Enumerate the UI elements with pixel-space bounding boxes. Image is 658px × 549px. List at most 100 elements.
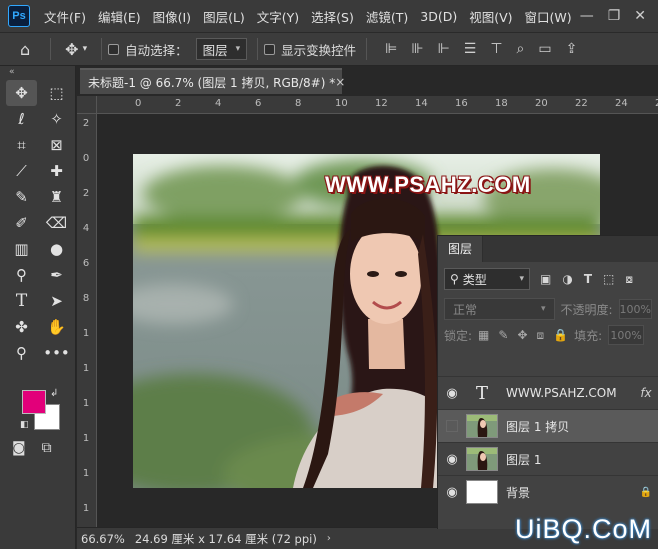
tab-layers[interactable]: 图层	[438, 236, 484, 262]
lock-transparent-icon[interactable]: ▦	[478, 328, 489, 343]
layer-row-copy[interactable]: 图层 1 拷贝	[438, 409, 658, 442]
lock-artboard-icon[interactable]: ⧈	[537, 328, 545, 343]
move-tool-icon[interactable]: ✥	[57, 40, 80, 59]
chevron-down-icon: ▾	[519, 274, 524, 284]
healing-brush-tool-icon[interactable]: ✚	[41, 158, 72, 184]
restore-icon[interactable]: ❐	[608, 8, 621, 24]
custom-shape-tool-icon[interactable]: ✤	[6, 314, 37, 340]
opacity-input[interactable]: 100%	[618, 299, 652, 319]
hand-tool-icon[interactable]: ✋	[41, 314, 72, 340]
image-layer-thumbnail	[466, 447, 498, 471]
close-icon[interactable]: ✕	[634, 8, 646, 24]
type-tool-icon[interactable]: T	[6, 288, 37, 314]
divider	[101, 38, 103, 60]
lock-position-icon[interactable]: ✥	[517, 328, 527, 343]
menu-type[interactable]: 文字(Y)	[251, 7, 305, 26]
marquee-tool-icon[interactable]: ⬚	[41, 80, 72, 106]
lock-pixels-icon[interactable]: ✎	[498, 328, 508, 343]
menu-view[interactable]: 视图(V)	[463, 7, 518, 26]
menu-file[interactable]: 文件(F)	[38, 7, 92, 26]
shape-filter-icon[interactable]: ⬚	[603, 272, 614, 287]
search-icon[interactable]: ⌕	[517, 41, 525, 57]
smart-object-filter-icon[interactable]: ⧇	[625, 272, 633, 287]
layer-name: WWW.PSAHZ.COM	[506, 386, 617, 400]
swap-colors-icon[interactable]: ↲	[50, 388, 58, 399]
visibility-eye-icon[interactable]: ◉	[438, 485, 466, 500]
visibility-eye-icon[interactable]: ◉	[438, 386, 466, 401]
zoom-level[interactable]: 66.67%	[81, 532, 125, 546]
menu-3d[interactable]: 3D(D)	[414, 9, 463, 24]
chevron-down-icon: ▾	[540, 304, 546, 314]
move-tool-icon[interactable]: ✥	[6, 80, 37, 106]
distribute-icon[interactable]: ☰	[464, 41, 477, 57]
layer-row-background[interactable]: ◉ 背景 🔒	[438, 475, 658, 508]
type-filter-icon[interactable]: T	[584, 272, 592, 287]
visibility-toggle-off[interactable]	[446, 420, 458, 432]
gradient-tool-icon[interactable]: ▥	[6, 236, 37, 262]
menu-image[interactable]: 图像(I)	[147, 7, 197, 26]
image-layer-thumbnail	[466, 414, 498, 438]
tools-panel: « ✥ ⬚ ℓ ✧ ⌗ ⊠ ⟋ ✚ ✎ ♜ ✐ ⌫ ▥ ● ⚲ ✒ T ➤ ✤ …	[0, 66, 76, 549]
divider	[366, 38, 368, 60]
align-right-icon[interactable]: ⊩	[438, 41, 450, 57]
home-icon[interactable]: ⌂	[0, 40, 44, 59]
ruler-tick-label: 1	[82, 363, 90, 374]
layer-row-1[interactable]: ◉ 图层 1	[438, 442, 658, 475]
zoom-tool-icon[interactable]: ⚲	[6, 340, 37, 366]
transform-controls-checkbox[interactable]	[264, 43, 276, 55]
ruler-tick-label: 22	[575, 98, 588, 109]
chevron-down-icon[interactable]: ▾	[81, 44, 96, 54]
align-center-icon[interactable]: ⊪	[411, 41, 423, 57]
path-selection-tool-icon[interactable]: ➤	[41, 288, 72, 314]
align-top-icon[interactable]: ⊤	[490, 41, 502, 57]
foreground-color-swatch[interactable]	[22, 390, 46, 414]
minimize-icon[interactable]: —	[580, 8, 594, 24]
eyedropper-tool-icon[interactable]: ⟋	[6, 158, 37, 184]
chevron-right-icon[interactable]: ›	[327, 533, 331, 544]
more-tools-icon[interactable]: •••	[41, 340, 72, 366]
adjustment-filter-icon[interactable]: ◑	[562, 272, 572, 287]
auto-select-dropdown[interactable]: 图层 ▾	[195, 38, 248, 60]
blend-mode-dropdown[interactable]: 正常 ▾	[444, 298, 555, 320]
lasso-tool-icon[interactable]: ℓ	[6, 106, 37, 132]
quick-mask-icon[interactable]: ◙	[12, 440, 26, 456]
default-colors-icon[interactable]: ◧	[20, 420, 29, 430]
vertical-ruler[interactable]: 2 0 2 4 6 8 1 1 1 1 1 1	[77, 114, 97, 527]
screen-mode-icon[interactable]: ⧉	[42, 440, 52, 456]
brush-tool-icon[interactable]: ✎	[6, 184, 37, 210]
divider	[50, 38, 52, 60]
auto-select-value: 图层	[202, 42, 228, 58]
auto-select-checkbox[interactable]	[108, 43, 120, 55]
magic-wand-tool-icon[interactable]: ✧	[41, 106, 72, 132]
pen-tool-icon[interactable]: ✒	[41, 262, 72, 288]
close-icon[interactable]: ×	[335, 75, 345, 89]
ruler-tick-label: 6	[82, 258, 90, 269]
stamp-tool-icon[interactable]: ♜	[41, 184, 72, 210]
lock-all-icon[interactable]: 🔒	[553, 328, 568, 343]
crop-tool-icon[interactable]: ⌗	[6, 132, 37, 158]
layer-kind-filter[interactable]: ⚲ 类型 ▾	[444, 268, 530, 290]
collapse-icon[interactable]: «	[0, 66, 75, 78]
menu-filter[interactable]: 滤镜(T)	[360, 7, 414, 26]
layer-row-text[interactable]: ◉ T WWW.PSAHZ.COM fx	[438, 376, 658, 409]
document-tab[interactable]: 未标题-1 @ 66.7% (图层 1 拷贝, RGB/8#) * ×	[80, 68, 345, 94]
workspace-icon[interactable]: ▭	[538, 41, 551, 57]
dodge-tool-icon[interactable]: ⚲	[6, 262, 37, 288]
align-left-icon[interactable]: ⊫	[385, 41, 397, 57]
history-brush-tool-icon[interactable]: ✐	[6, 210, 37, 236]
pixel-filter-icon[interactable]: ▣	[540, 272, 551, 287]
menu-layer[interactable]: 图层(L)	[197, 7, 251, 26]
ruler-tick-label: 1	[82, 503, 90, 514]
share-icon[interactable]: ⇪	[566, 41, 578, 57]
menu-edit[interactable]: 编辑(E)	[92, 7, 147, 26]
menu-window[interactable]: 窗口(W)	[519, 7, 578, 26]
fx-icon[interactable]: fx	[634, 386, 658, 400]
visibility-eye-icon[interactable]: ◉	[438, 452, 466, 467]
eraser-tool-icon[interactable]: ⌫	[41, 210, 72, 236]
blur-tool-icon[interactable]: ●	[41, 236, 72, 262]
fill-input[interactable]: 100%	[608, 325, 645, 345]
horizontal-ruler[interactable]: 02468101214161820222426	[97, 96, 658, 114]
frame-tool-icon[interactable]: ⊠	[41, 132, 72, 158]
menu-select[interactable]: 选择(S)	[305, 7, 360, 26]
ruler-tick-label: 24	[615, 98, 628, 109]
